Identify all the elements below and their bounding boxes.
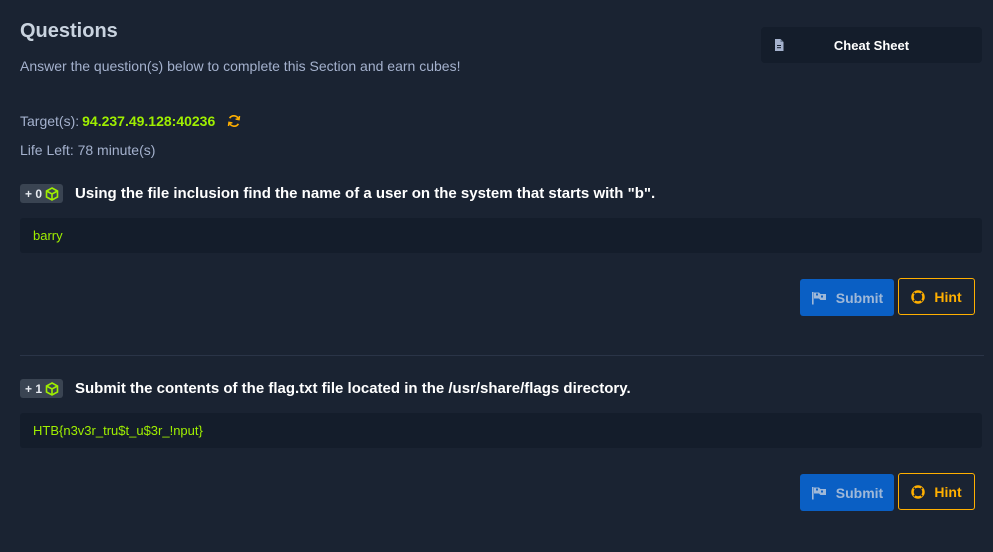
submit-button[interactable]: Submit (800, 279, 894, 316)
reward-value: + 0 (25, 186, 43, 201)
cheat-sheet-label: Cheat Sheet (833, 37, 910, 53)
lifebuoy-icon (911, 289, 926, 304)
hint-button[interactable]: Hint (898, 278, 975, 315)
hint-label: Hint (934, 483, 962, 500)
target-label: Target(s): (20, 113, 80, 129)
questions-panel: Questions Answer the question(s) below t… (0, 0, 993, 552)
target-info: Target(s): 94.237.49.128:40236 (20, 113, 241, 129)
cube-icon (45, 381, 59, 396)
document-icon (775, 39, 784, 51)
question-text: Using the file inclusion find the name o… (75, 185, 656, 202)
hint-label: Hint (934, 288, 962, 305)
reward-badge: + 1 (20, 379, 64, 398)
lifebuoy-icon (911, 484, 926, 499)
page-subtitle: Answer the question(s) below to complete… (20, 58, 461, 74)
cheat-sheet-button[interactable]: Cheat Sheet (761, 27, 982, 63)
submit-label: Submit (835, 289, 884, 306)
question-header: + 0 Using the file inclusion find the na… (20, 184, 655, 203)
answer-input[interactable]: HTB{n3v3r_tru$t_u$3r_!nput} (20, 413, 982, 448)
reward-value: + 1 (25, 381, 43, 396)
hint-button[interactable]: Hint (898, 473, 975, 510)
answer-input[interactable]: barry (20, 218, 982, 253)
question-divider (20, 355, 984, 356)
refresh-icon[interactable] (227, 114, 241, 128)
question-text: Submit the contents of the flag.txt file… (75, 380, 631, 397)
submit-button[interactable]: Submit (800, 474, 894, 511)
life-left: Life Left: 78 minute(s) (20, 142, 156, 158)
target-address: 94.237.49.128:40236 (82, 113, 216, 129)
page-title: Questions (20, 20, 118, 42)
reward-badge: + 0 (20, 184, 64, 203)
flag-icon (811, 486, 826, 499)
question-header: + 1 Submit the contents of the flag.txt … (20, 379, 631, 398)
flag-icon (811, 291, 826, 304)
submit-label: Submit (835, 484, 884, 501)
cube-icon (45, 186, 59, 201)
